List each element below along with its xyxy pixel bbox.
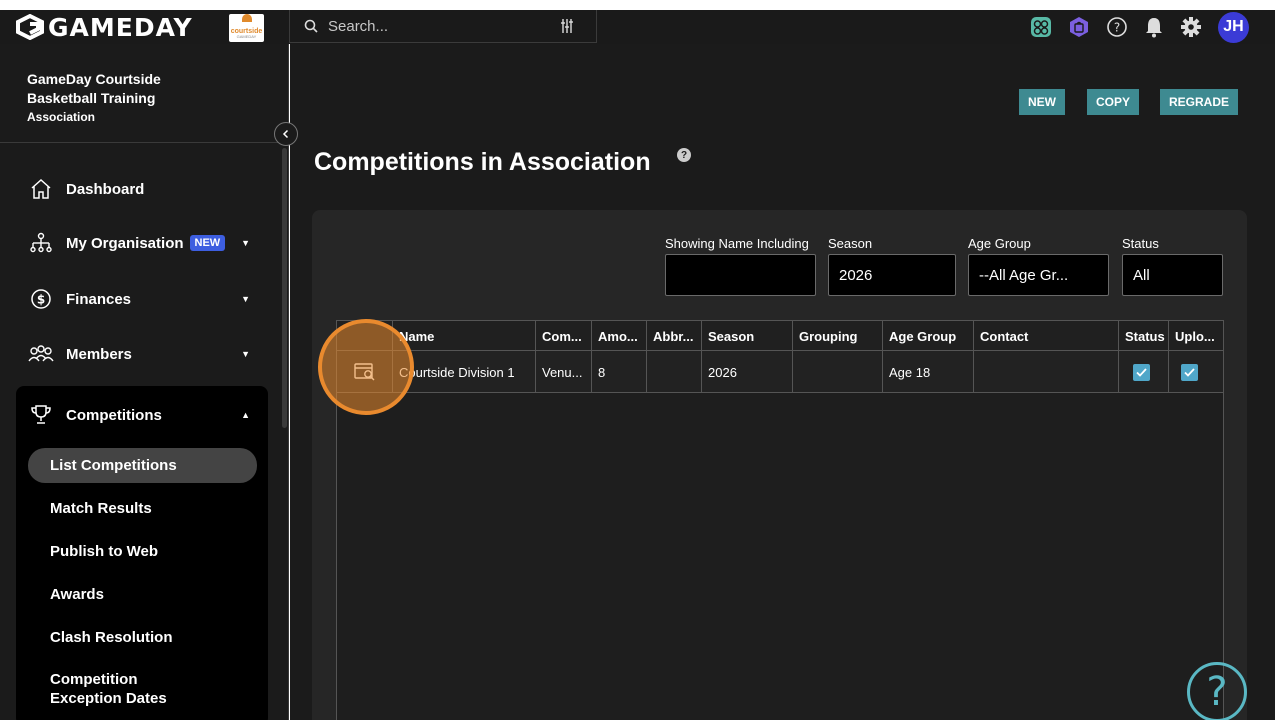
bell-icon[interactable]: [1144, 16, 1164, 38]
help-widget-button[interactable]: ?: [1187, 662, 1247, 720]
status-checkbox[interactable]: [1133, 363, 1150, 381]
search-icon: [304, 19, 318, 33]
org-divider: [0, 142, 289, 143]
org-line-3: Association: [27, 110, 96, 124]
caret-down-icon: ▼: [241, 294, 250, 304]
name-filter-input[interactable]: [665, 254, 816, 296]
org-chart-icon: [28, 230, 54, 256]
cell-abbr: [647, 351, 702, 393]
sidebar-subitem-awards[interactable]: Awards: [50, 585, 104, 604]
column-header-amo[interactable]: Amo...: [592, 321, 647, 351]
sidebar-item-finances[interactable]: $ Finances ▼: [28, 284, 250, 314]
title-help-icon[interactable]: ?: [677, 148, 691, 162]
sidebar-item-my-organisation[interactable]: My Organisation NEW ▼: [28, 228, 250, 258]
svg-text:?: ?: [1114, 21, 1120, 35]
sidebar-subitem-list-competitions[interactable]: List Competitions: [50, 456, 177, 475]
column-header-grouping[interactable]: Grouping: [793, 321, 883, 351]
cell-status: [1119, 351, 1169, 393]
caret-up-icon: ▲: [241, 410, 250, 420]
collapse-sidebar-button[interactable]: [274, 122, 298, 146]
column-header-abbr[interactable]: Abbr...: [647, 321, 702, 351]
sidebar-item-label: Dashboard: [66, 180, 145, 198]
status-filter-label: Status: [1122, 236, 1159, 251]
logo-text: GAMEDAY: [48, 12, 193, 42]
shop-bag-icon[interactable]: [1068, 16, 1090, 38]
chevron-left-icon: [282, 129, 289, 139]
gameday-logo[interactable]: GAMEDAY: [16, 10, 193, 44]
sidebar-scrollbar[interactable]: [282, 148, 287, 428]
column-header-name[interactable]: Name: [393, 321, 536, 351]
click-highlight-marker: [318, 319, 414, 415]
top-bar: GAMEDAY courtside GAMEDAY Search... ? JH: [0, 10, 1275, 44]
sidebar: GameDay Courtside Basketball Training As…: [0, 44, 289, 720]
sidebar-subitem-clash-resolution[interactable]: Clash Resolution: [50, 628, 173, 647]
cell-contact: [974, 351, 1119, 393]
new-badge: NEW: [189, 235, 226, 251]
courtside-logo: courtside GAMEDAY: [229, 14, 264, 42]
trophy-icon: [28, 402, 54, 428]
sidebar-subitem-match-results[interactable]: Match Results: [50, 499, 152, 518]
column-header-season[interactable]: Season: [702, 321, 793, 351]
cell-com: Venu...: [536, 351, 592, 393]
competitions-panel: Showing Name Including Season 2026 Age G…: [312, 210, 1247, 720]
sidebar-item-label: Members: [66, 345, 132, 363]
search-box: [289, 10, 597, 43]
season-filter-input[interactable]: 2026: [828, 254, 956, 296]
dollar-circle-icon: $: [28, 286, 54, 312]
people-group-icon: [28, 341, 54, 367]
competitions-table: Name Com... Amo... Abbr... Season Groupi…: [336, 320, 1224, 720]
page-title: Competitions in Association: [314, 148, 651, 176]
sidebar-item-dashboard[interactable]: Dashboard: [28, 174, 250, 204]
season-filter-label: Season: [828, 236, 873, 251]
cell-season: 2026: [702, 351, 793, 393]
table-header: Name Com... Amo... Abbr... Season Groupi…: [337, 321, 1223, 351]
search-input[interactable]: [328, 17, 548, 35]
help-circle-icon[interactable]: ?: [1106, 16, 1128, 38]
column-header-age-group[interactable]: Age Group: [883, 321, 974, 351]
age-group-filter-label: Age Group: [968, 236, 1031, 251]
cell-age-group: Age 18: [883, 351, 974, 393]
gameday-logo-icon: [16, 14, 44, 40]
org-line-2: Basketball Training: [27, 90, 156, 106]
cell-grouping: [793, 351, 883, 393]
upload-checkbox[interactable]: [1181, 363, 1198, 381]
sidebar-subitem-publish-to-web[interactable]: Publish to Web: [50, 542, 158, 561]
svg-text:$: $: [37, 293, 45, 307]
basketball-icon: [241, 14, 252, 22]
main-content: NEW COPY REGRADE Competitions in Associa…: [290, 44, 1275, 720]
column-header-contact[interactable]: Contact: [974, 321, 1119, 351]
sidebar-item-members[interactable]: Members ▼: [28, 339, 250, 369]
checkmark-icon: [1136, 367, 1147, 377]
apps-people-icon[interactable]: [1030, 16, 1052, 38]
sidebar-item-label: Finances: [66, 290, 132, 308]
checkmark-icon: [1184, 367, 1195, 377]
cell-amo: 8: [592, 351, 647, 393]
regrade-button[interactable]: REGRADE: [1160, 89, 1239, 115]
sidebar-item-label: My Organisation: [66, 234, 184, 252]
home-icon: [28, 176, 54, 202]
cell-upload: [1169, 351, 1223, 393]
status-filter-select[interactable]: All: [1122, 254, 1223, 296]
table-row[interactable]: Courtside Division 1 Venu... 8 2026 Age …: [337, 351, 1223, 393]
name-filter-label: Showing Name Including: [665, 236, 809, 251]
copy-button[interactable]: COPY: [1087, 89, 1140, 115]
sidebar-subitem-competition-exception-dates[interactable]: Competition Exception Dates: [50, 670, 200, 708]
filter-sliders-icon[interactable]: [560, 18, 574, 34]
gear-icon[interactable]: [1180, 16, 1202, 38]
org-line-1: GameDay Courtside: [27, 71, 161, 87]
organisation-name: GameDay Courtside Basketball Training As…: [27, 70, 161, 127]
new-button[interactable]: NEW: [1019, 89, 1065, 115]
age-group-filter-select[interactable]: --All Age Gr...: [968, 254, 1109, 296]
partner-logo-sub: GAMEDAY: [236, 34, 257, 39]
column-header-com[interactable]: Com...: [536, 321, 592, 351]
cell-name: Courtside Division 1: [393, 351, 536, 393]
header-actions: ? JH: [1030, 10, 1249, 44]
column-header-status[interactable]: Status: [1119, 321, 1169, 351]
sidebar-item-label: Competitions: [66, 406, 162, 424]
sidebar-item-competitions[interactable]: Competitions ▲: [28, 400, 250, 430]
column-header-upload[interactable]: Uplo...: [1169, 321, 1223, 351]
caret-down-icon: ▼: [241, 238, 250, 248]
user-avatar[interactable]: JH: [1218, 11, 1249, 43]
caret-down-icon: ▼: [241, 349, 250, 359]
